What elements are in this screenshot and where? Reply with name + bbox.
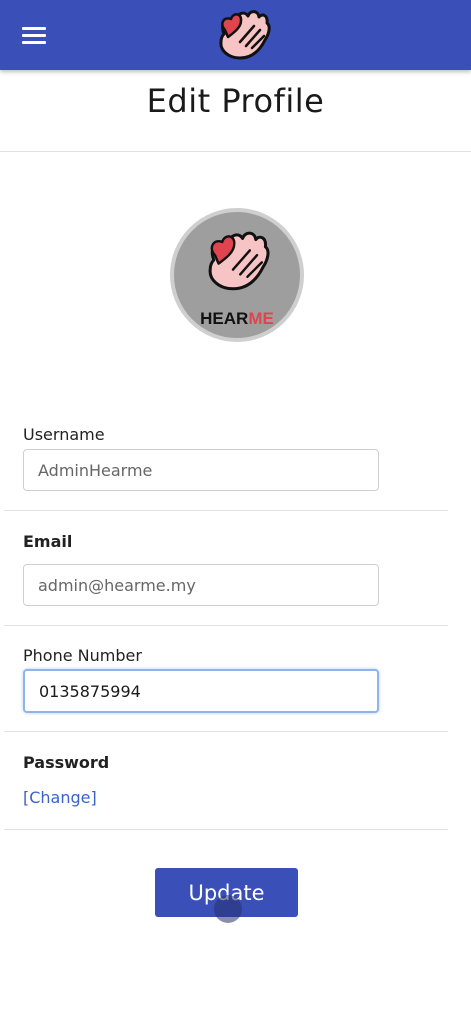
phone-number-label: Phone Number: [23, 646, 142, 665]
phone-number-input[interactable]: [23, 669, 379, 713]
title-divider: [0, 151, 471, 152]
hearme-avatar-logo-icon: HEARME: [200, 231, 274, 328]
email-input[interactable]: [23, 564, 379, 606]
change-password-link[interactable]: [Change]: [23, 788, 97, 807]
page-title: Edit Profile: [146, 82, 325, 120]
divider-phone: [4, 731, 448, 732]
logo-text-me: ME: [248, 309, 274, 328]
logo-text-hear: HEAR: [200, 309, 248, 328]
divider-password: [4, 829, 448, 830]
divider-email: [4, 625, 448, 626]
username-label: Username: [23, 425, 105, 444]
divider-username: [4, 510, 448, 511]
password-label: Password: [23, 753, 110, 772]
email-label: Email: [23, 532, 73, 551]
hamburger-menu-icon[interactable]: [14, 20, 54, 50]
hearme-logo-icon[interactable]: [210, 4, 276, 64]
profile-avatar[interactable]: HEARME: [170, 208, 304, 342]
svg-text:HEARME: HEARME: [200, 309, 274, 328]
app-bar: [0, 0, 471, 70]
username-input[interactable]: [23, 449, 379, 491]
update-button[interactable]: Update: [155, 868, 298, 917]
